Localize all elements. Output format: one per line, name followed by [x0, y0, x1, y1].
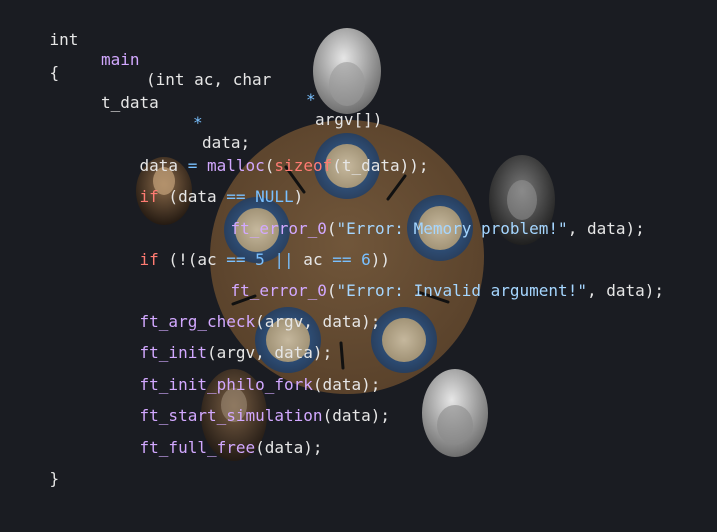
- close-brace: }: [49, 469, 60, 488]
- malloc-args: (t_data));: [332, 156, 429, 175]
- code-line-9: ft_arg_check(argv, data);: [0, 292, 381, 331]
- function-params-end: argv[]): [315, 110, 383, 129]
- code-line-12: ft_start_simulation(data);: [0, 386, 390, 425]
- pointer-star: *: [306, 90, 316, 109]
- code-line-8: ft_error_0("Error: Invalid argument!", d…: [0, 261, 664, 300]
- function-call: ft_full_free: [139, 438, 256, 457]
- function-name: main: [101, 50, 140, 69]
- code-line-13: ft_full_free(data);: [0, 418, 323, 457]
- call-args: (data);: [255, 438, 323, 457]
- var-type: t_data: [101, 93, 159, 112]
- code-line-4: data = malloc(sizeof(t_data));: [0, 136, 429, 175]
- code-line-3: t_data * data;: [0, 73, 250, 152]
- code-line-2: {: [0, 43, 60, 82]
- code-line-1: int main (int ac, char * argv[]): [0, 10, 383, 129]
- code-line-14: }: [0, 449, 60, 488]
- code-line-6: ft_error_0("Error: Memory problem!", dat…: [0, 199, 645, 238]
- code-editor: int main (int ac, char * argv[]) { t_dat…: [0, 0, 717, 488]
- code-line-10: ft_init(argv, data);: [0, 323, 333, 362]
- call-args: (data);: [322, 406, 390, 425]
- error-args: , data);: [567, 219, 645, 238]
- open-brace: {: [49, 63, 60, 82]
- function-params: (int ac, char: [146, 70, 281, 89]
- error-args: , data);: [586, 281, 665, 300]
- pointer-star: *: [193, 113, 203, 132]
- code-line-5: if (data == NULL): [0, 167, 304, 206]
- code-line-7: if (!(ac == 5 || ac == 6)): [0, 230, 390, 269]
- code-line-11: ft_init_philo_fork(data);: [0, 355, 381, 394]
